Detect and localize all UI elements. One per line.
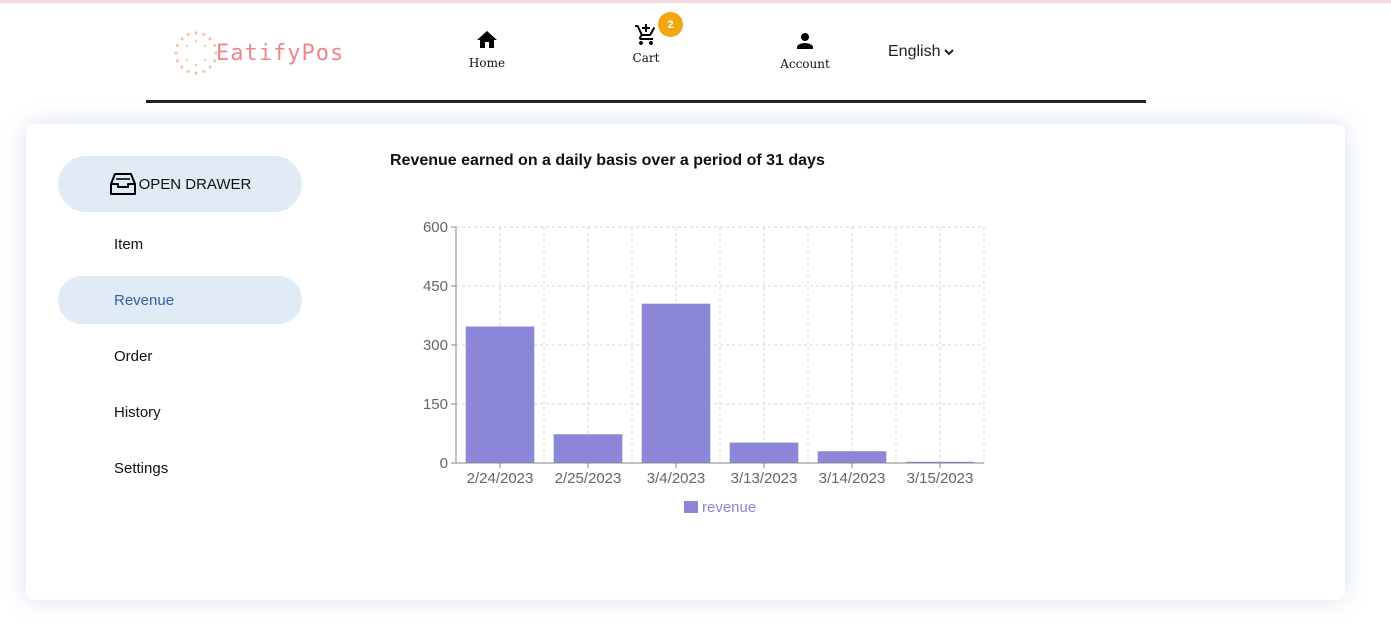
x-tick-label: 3/13/2023 (731, 470, 798, 487)
legend-label: revenue (702, 499, 756, 516)
bar (465, 326, 535, 463)
nav-cart-label: Cart (632, 51, 660, 65)
x-tick-label: 3/4/2023 (647, 470, 705, 487)
x-tick-label: 3/15/2023 (907, 470, 974, 487)
legend-swatch (684, 501, 698, 513)
sidebar-item-label: Revenue (114, 291, 175, 309)
sidebar-item-label: History (114, 403, 161, 421)
bar (553, 434, 623, 463)
logo-mark-icon (174, 31, 218, 75)
nav-account[interactable]: Account (765, 29, 845, 71)
cart-badge: 2 (658, 12, 683, 37)
open-drawer-label: OPEN DRAWER (138, 175, 252, 193)
chevron-down-icon (944, 49, 955, 56)
chart-title: Revenue earned on a daily basis over a p… (390, 152, 825, 169)
bar (729, 442, 799, 463)
bar (641, 303, 711, 463)
sidebar-item-label: Item (114, 235, 144, 253)
sidebar-item-order[interactable]: Order (58, 332, 302, 380)
revenue-bar-chart: 0 150 300 450 600 2/24/2023 2/25/2023 3/4/2023 3… (423, 219, 985, 516)
open-drawer-button[interactable]: OPEN DRAWER (58, 156, 302, 212)
dashboard-card: OPEN DRAWER Item Revenue Order History S… (26, 124, 1345, 600)
nav-home[interactable]: Home (447, 28, 527, 70)
header: EatifyPos Home 2 Cart Account English (146, 3, 1146, 104)
y-tick-label: 450 (423, 278, 448, 295)
sidebar-item-label: Order (114, 347, 153, 365)
y-tick-label: 300 (423, 337, 448, 354)
language-label: English (888, 43, 941, 60)
sidebar-item-item[interactable]: Item (58, 220, 302, 268)
logo[interactable]: EatifyPos (172, 28, 344, 78)
cart-icon (635, 24, 656, 45)
sidebar-item-settings[interactable]: Settings (58, 444, 302, 492)
nav-home-label: Home (468, 56, 506, 70)
nav-cart[interactable]: 2 Cart (606, 12, 686, 65)
language-select[interactable]: English (888, 43, 955, 61)
sidebar-item-history[interactable]: History (58, 388, 302, 436)
drawer-icon (109, 173, 136, 195)
bar (817, 451, 887, 463)
sidebar-item-revenue[interactable]: Revenue (58, 276, 302, 324)
account-icon (797, 33, 813, 49)
y-tick-label: 0 (440, 455, 448, 472)
x-tick-label: 2/25/2023 (555, 470, 622, 487)
x-tick-label: 3/14/2023 (819, 470, 886, 487)
y-tick-label: 150 (423, 396, 448, 413)
home-icon (477, 31, 497, 48)
nav-account-label: Account (780, 57, 830, 71)
y-tick-label: 600 (423, 219, 448, 236)
logo-text: EatifyPos (216, 40, 345, 66)
header-divider (146, 100, 1146, 103)
x-tick-label: 2/24/2023 (467, 470, 534, 487)
sidebar-item-label: Settings (114, 459, 169, 477)
